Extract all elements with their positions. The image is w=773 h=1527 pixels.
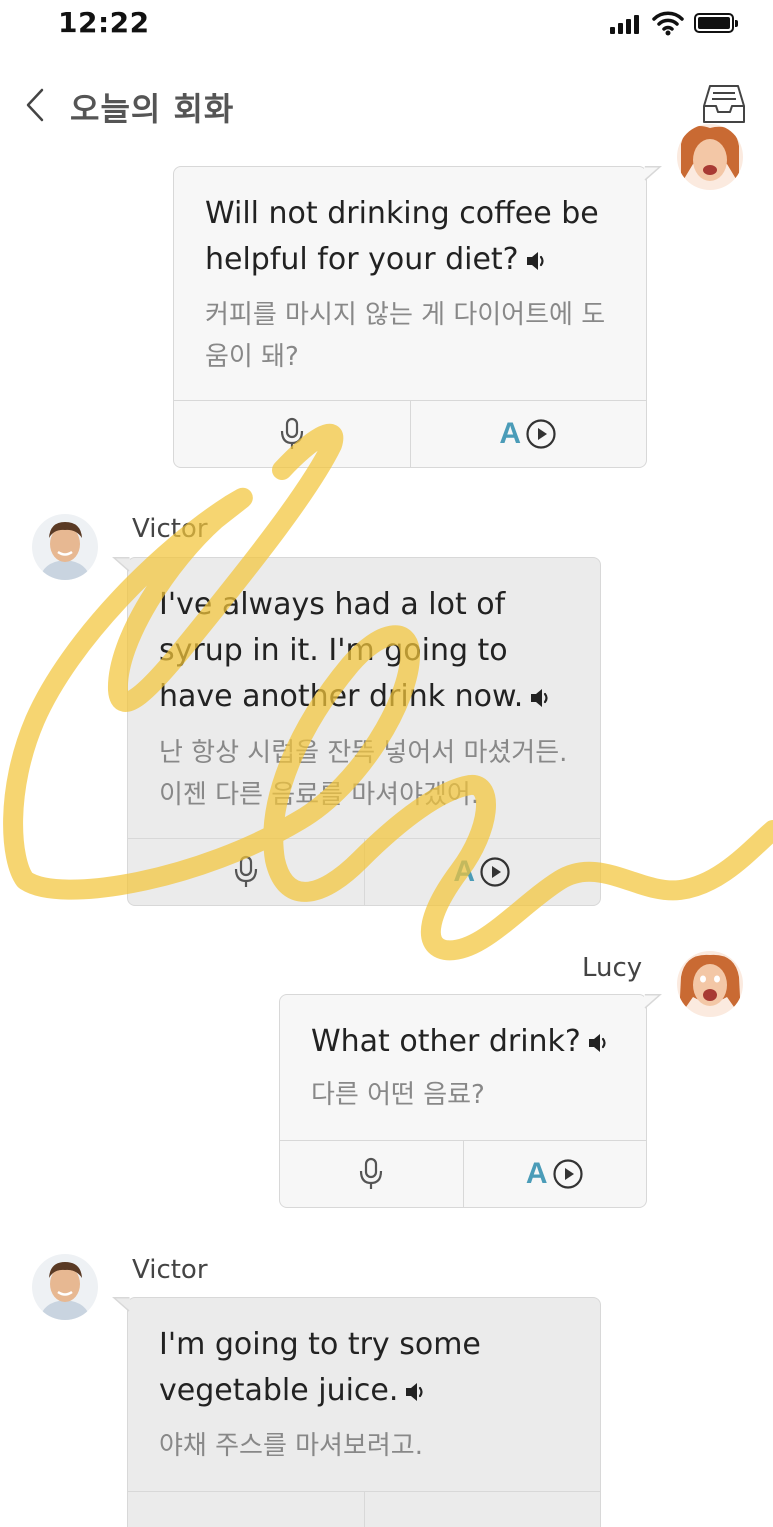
- message-bubble-1: Will not drinking coffee be helpful for …: [173, 166, 647, 468]
- sender-name: Victor: [132, 1255, 208, 1285]
- bubble-tail: [644, 166, 662, 181]
- message-bubble-2: I've always had a lot of syrup in it. I'…: [127, 557, 601, 906]
- record-button[interactable]: [128, 839, 364, 905]
- answer-letter: A: [499, 417, 522, 450]
- message-3-korean: 다른 어떤 음료?: [311, 1080, 485, 1110]
- bubble-tail: [644, 994, 662, 1009]
- message-2-english: I've always had a lot of syrup in it. I'…: [159, 587, 524, 714]
- bubble-tail: [112, 557, 130, 572]
- avatar-lucy: [677, 951, 743, 1017]
- page-title: 오늘의 회화: [70, 90, 235, 128]
- message-4-actions-separator: [364, 1491, 365, 1527]
- speaker-icon[interactable]: [404, 1381, 428, 1403]
- nav-bar: 오늘의 회화: [0, 70, 773, 140]
- play-circle-icon: [526, 419, 556, 449]
- record-button[interactable]: [280, 1141, 463, 1207]
- back-chevron-icon[interactable]: [22, 86, 50, 124]
- play-circle-icon: [552, 1159, 583, 1189]
- avatar-victor-1: [32, 514, 98, 580]
- avatar-victor-2: [32, 1254, 98, 1320]
- inbox-tray-icon[interactable]: [700, 82, 748, 126]
- speaker-icon[interactable]: [525, 250, 549, 272]
- signal-icon: [610, 14, 639, 34]
- microphone-icon: [280, 417, 303, 449]
- status-time: 12:22: [58, 6, 150, 39]
- message-3-actions: A: [280, 1140, 646, 1207]
- play-circle-icon: [480, 857, 510, 887]
- message-2-korean: 난 항상 시럽을 잔뜩 넣어서 마셨거든. 이젠 다른 음료를 마셔야겠어.: [159, 738, 568, 810]
- message-1-actions: A: [174, 400, 646, 467]
- avatar-lucy-top: [677, 124, 743, 190]
- record-button[interactable]: [174, 401, 410, 467]
- message-bubble-3: What other drink? 다른 어떤 음료? A: [279, 994, 647, 1208]
- sender-name: Lucy: [582, 953, 643, 983]
- message-1-korean: 커피를 마시지 않는 게 다이어트에 도움이 돼?: [205, 300, 606, 372]
- play-answer-button[interactable]: A: [462, 1141, 647, 1207]
- wifi-icon: [652, 11, 684, 36]
- answer-letter: A: [525, 1157, 548, 1190]
- play-answer-button[interactable]: A: [409, 401, 647, 467]
- bubble-tail: [112, 1297, 130, 1312]
- message-4-english: I'm going to try some vegetable juice.: [159, 1327, 481, 1408]
- battery-icon: [694, 13, 738, 33]
- message-4-korean: 야채 주스를 마셔보려고.: [159, 1431, 423, 1461]
- message-3-english: What other drink?: [311, 1024, 581, 1059]
- speaker-icon[interactable]: [529, 687, 553, 709]
- answer-letter: A: [453, 855, 476, 888]
- speaker-icon[interactable]: [587, 1032, 611, 1054]
- message-bubble-4: I'm going to try some vegetable juice. 야…: [127, 1297, 601, 1527]
- microphone-icon: [360, 1157, 383, 1189]
- status-bar: 12:22: [0, 0, 773, 50]
- microphone-icon: [234, 855, 257, 887]
- sender-name: Victor: [132, 514, 208, 544]
- play-answer-button[interactable]: A: [363, 839, 601, 905]
- message-2-actions: A: [128, 838, 600, 905]
